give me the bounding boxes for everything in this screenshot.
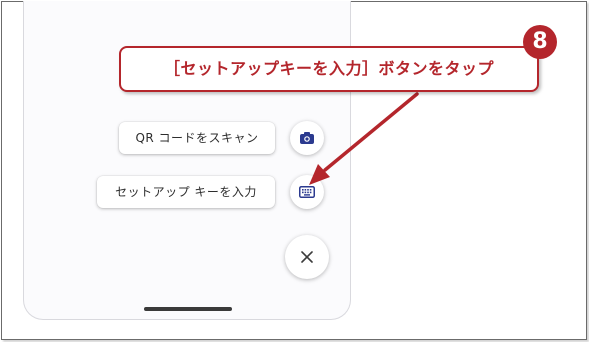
callout-text: ［セットアップキーを入力］ボタンをタップ (163, 59, 494, 78)
callout-box: ［セットアップキーを入力］ボタンをタップ (119, 46, 539, 92)
step-number-badge: 8 (523, 25, 557, 59)
